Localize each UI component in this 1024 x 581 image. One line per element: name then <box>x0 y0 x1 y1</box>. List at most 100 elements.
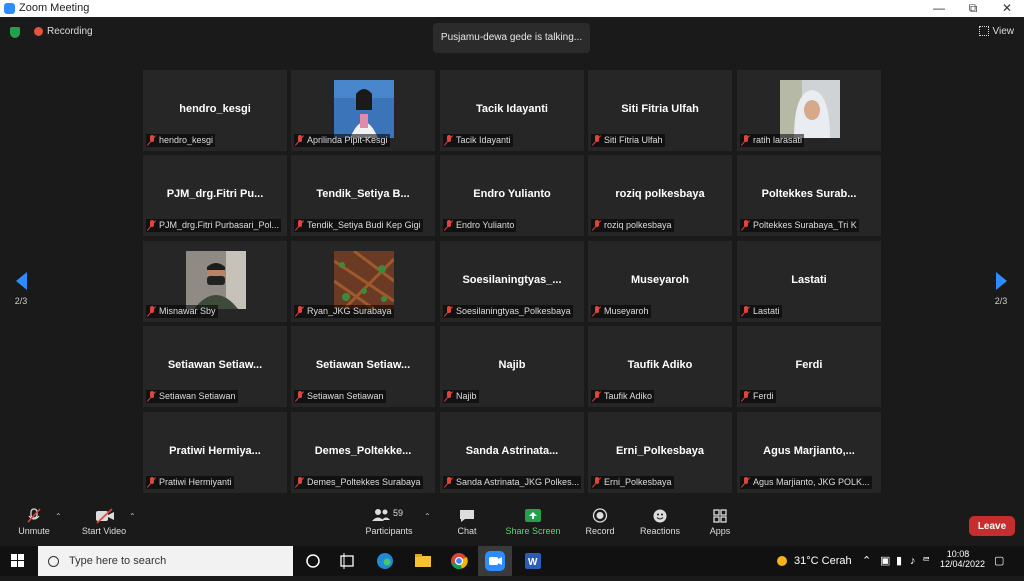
record-dot-icon <box>34 26 43 36</box>
muted-mic-icon <box>147 306 157 317</box>
muted-mic-icon <box>592 135 602 146</box>
taskbar-clock[interactable]: 10:08 12/04/2022 <box>940 549 985 569</box>
active-speaker-banner: Pusjamu-dewa gede is talking... <box>433 23 590 53</box>
participant-tile[interactable]: Erni_Polkesbaya Erni_Polkesbaya <box>588 412 732 493</box>
participant-tile[interactable]: Siti Fitria Ulfah Siti Fitria Ulfah <box>588 70 732 151</box>
unmute-button[interactable]: Unmute <box>14 508 54 536</box>
participant-name-label: roziq polkesbaya <box>591 219 674 232</box>
next-page-button[interactable]: 2/3 <box>986 272 1016 306</box>
task-view-icon[interactable] <box>336 550 358 572</box>
windows-start-icon[interactable] <box>11 554 25 573</box>
weather-sun-icon[interactable] <box>775 554 789 573</box>
participant-name-text: Tacik Idayanti <box>456 135 511 145</box>
participant-tile[interactable]: Misnawar Sby <box>143 241 287 322</box>
participant-tile[interactable]: Najib Najib <box>440 326 584 407</box>
page-indicator-right: 2/3 <box>994 296 1008 306</box>
close-button[interactable]: ✕ <box>990 0 1024 17</box>
start-video-button[interactable]: Start Video <box>78 508 130 536</box>
participant-name-label: Soesilaningtyas_Polkesbaya <box>443 305 573 318</box>
participant-tile[interactable]: PJM_drg.Fitri Pu... PJM_drg.Fitri Purbasa… <box>143 155 287 236</box>
muted-mic-icon <box>592 391 602 402</box>
participant-display-name: Ferdi <box>795 359 823 371</box>
cortana-icon[interactable] <box>302 550 324 572</box>
shield-icon[interactable] <box>10 27 20 38</box>
restore-button[interactable]: ⧉ <box>956 0 990 17</box>
participant-tile[interactable]: Museyaroh Museyaroh <box>588 241 732 322</box>
view-label: View <box>992 26 1015 37</box>
participant-tile[interactable]: Taufik Adiko Taufik Adiko <box>588 326 732 407</box>
muted-mic-icon <box>592 220 602 231</box>
share-screen-label: Share Screen <box>505 526 561 536</box>
apps-button[interactable]: Apps <box>706 508 734 536</box>
participant-tile[interactable]: Ryan_JKG Surabaya <box>291 241 435 322</box>
chrome-icon[interactable] <box>448 550 470 572</box>
participant-tile[interactable]: Soesilaningtyas_... Soesilaningtyas_Polke… <box>440 241 584 322</box>
participant-display-name: Taufik Adiko <box>627 359 693 371</box>
reactions-label: Reactions <box>639 526 681 536</box>
participant-tile[interactable]: hendro_kesgi hendro_kesgi <box>143 70 287 151</box>
notification-icon[interactable]: ▢ <box>994 546 1004 576</box>
participant-tile[interactable]: Demes_Poltekke... Demes_Poltekkes Surabay… <box>291 412 435 493</box>
participant-name-label: Museyaroh <box>591 305 651 318</box>
participant-name-text: Soesilaningtyas_Polkesbaya <box>456 306 571 316</box>
participant-tile[interactable]: Poltekkes Surab... Poltekkes Surabaya_Tri… <box>737 155 881 236</box>
view-button[interactable]: View <box>978 26 1015 37</box>
participant-name-label: Lastati <box>740 305 782 318</box>
participant-tile[interactable]: Aprilinda Pipit-Kesgi <box>291 70 435 151</box>
previous-page-button[interactable]: 2/3 <box>6 272 36 306</box>
taskbar-search-box[interactable]: Type here to search <box>38 546 293 576</box>
participant-tile[interactable]: Setiawan Setiaw... Setiawan Setiawan <box>291 326 435 407</box>
participant-tile[interactable]: Agus Marjianto,... Agus Marjianto, JKG PO… <box>737 412 881 493</box>
participant-tile[interactable]: Setiawan Setiaw... Setiawan Setiawan <box>143 326 287 407</box>
participants-button[interactable]: 59 Participants <box>362 508 416 536</box>
video-options-chevron-up-icon[interactable]: ⌃ <box>129 512 136 521</box>
muted-mic-icon <box>592 477 602 488</box>
photo-man-mask <box>186 251 246 309</box>
leave-button[interactable]: Leave <box>969 516 1015 536</box>
language-icon[interactable]: ᄅ <box>922 546 930 576</box>
minimize-button[interactable]: — <box>922 0 956 17</box>
participant-tile[interactable]: Lastati Lastati <box>737 241 881 322</box>
participant-name-label: Najib <box>443 390 479 403</box>
participant-name-text: Aprilinda Pipit-Kesgi <box>307 135 388 145</box>
participant-name-text: Ferdi <box>753 391 774 401</box>
file-explorer-icon[interactable] <box>412 550 434 572</box>
tray-chevron-up-icon[interactable]: ⌃ <box>862 546 871 576</box>
share-screen-button[interactable]: Share Screen <box>504 508 562 536</box>
participant-name-label: Siti Fitria Ulfah <box>591 134 665 147</box>
participant-tile[interactable]: Sanda Astrinata... Sanda Astrinata_JKG Po… <box>440 412 584 493</box>
weather-text[interactable]: 31°C Cerah <box>794 546 852 576</box>
participant-name-text: Taufik Adiko <box>604 391 653 401</box>
recording-indicator[interactable]: Recording <box>34 26 93 40</box>
participant-tile[interactable]: Endro Yulianto Endro Yulianto <box>440 155 584 236</box>
participants-chevron-up-icon[interactable]: ⌃ <box>424 512 431 521</box>
participant-display-name: Sanda Astrinata... <box>465 445 559 457</box>
zoom-taskbar-icon[interactable] <box>478 546 512 576</box>
muted-mic-icon <box>741 477 751 488</box>
chat-button[interactable]: Chat <box>452 508 482 536</box>
record-button[interactable]: Record <box>582 508 618 536</box>
reactions-button[interactable]: Reactions <box>638 508 682 536</box>
participant-tile[interactable]: Pratiwi Hermiya... Pratiwi Hermiyanti <box>143 412 287 493</box>
participant-tile[interactable]: Ferdi Ferdi <box>737 326 881 407</box>
participant-name-label: Ferdi <box>740 390 776 403</box>
battery-icon[interactable]: ▮ <box>896 546 902 576</box>
participant-name-label: hendro_kesgi <box>146 134 216 147</box>
svg-text:W: W <box>528 557 538 568</box>
volume-icon[interactable]: ♪ <box>910 546 916 576</box>
audio-options-chevron-up-icon[interactable]: ⌃ <box>55 512 62 521</box>
recording-label: Recording <box>47 26 93 37</box>
edge-icon[interactable] <box>374 550 396 572</box>
window-titlebar: Zoom Meeting — ⧉ ✕ <box>0 0 1024 17</box>
participant-tile[interactable]: ratih larasati <box>737 70 881 151</box>
grid-icon <box>978 26 989 37</box>
participant-tile[interactable]: Tendik_Setiya B... Tendik_Setiya Budi Kep… <box>291 155 435 236</box>
word-icon[interactable]: W <box>522 550 544 572</box>
arrow-right-icon <box>995 272 1007 290</box>
meet-now-icon[interactable]: ▣ <box>880 546 890 576</box>
participant-name-text: Museyaroh <box>604 306 649 316</box>
window-title: Zoom Meeting <box>19 2 90 14</box>
participant-tile[interactable]: roziq polkesbaya roziq polkesbaya <box>588 155 732 236</box>
muted-mic-icon <box>444 477 454 488</box>
participant-tile[interactable]: Tacik Idayanti Tacik Idayanti <box>440 70 584 151</box>
